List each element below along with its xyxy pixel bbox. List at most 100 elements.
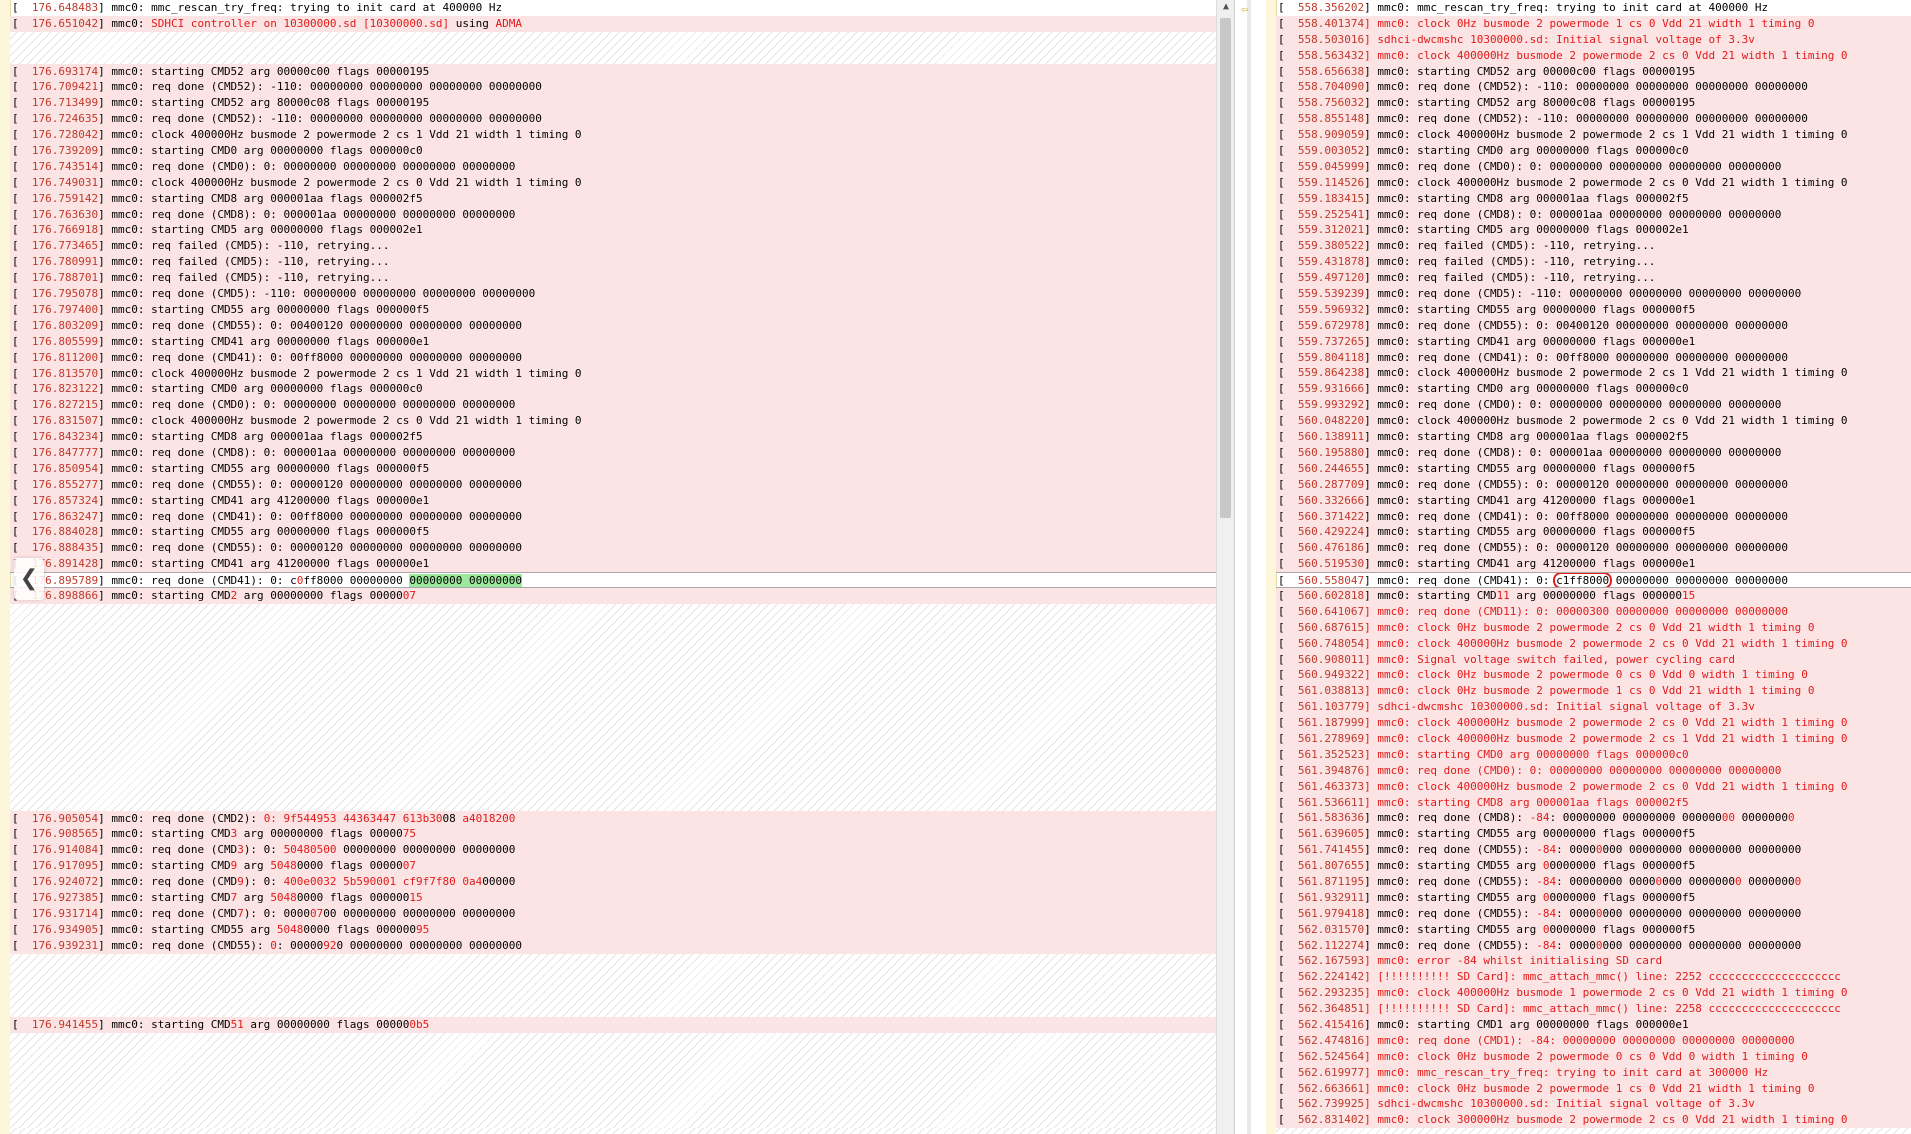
log-line[interactable]: [ 176.905054] mmc0: req done (CMD2): 0: …: [10, 810, 1216, 827]
log-line[interactable]: [ 176.693174] mmc0: starting CMD52 arg 0…: [10, 63, 1216, 80]
log-line[interactable]: [ 559.539239] mmc0: req done (CMD5): -11…: [1276, 286, 1911, 302]
log-line[interactable]: [ 176.803209] mmc0: req done (CMD55): 0:…: [10, 317, 1216, 334]
log-line[interactable]: [ 176.759142] mmc0: starting CMD8 arg 00…: [10, 190, 1216, 207]
log-line[interactable]: [ 560.048220] mmc0: clock 400000Hz busmo…: [1276, 413, 1911, 430]
log-line[interactable]: [ 560.558047] mmc0: req done (CMD41): 0:…: [1276, 572, 1911, 588]
log-line[interactable]: [ 560.602818] mmc0: starting CMD11 arg 0…: [1276, 587, 1911, 604]
log-line[interactable]: [ 559.596932] mmc0: starting CMD55 arg 0…: [1276, 301, 1911, 318]
log-line[interactable]: [ 561.463373] mmc0: clock 400000Hz busmo…: [1276, 778, 1911, 795]
log-line[interactable]: [ 176.908565] mmc0: starting CMD3 arg 00…: [10, 826, 1216, 843]
log-line[interactable]: [ 561.394876] mmc0: req done (CMD0): 0: …: [1276, 762, 1911, 779]
log-line[interactable]: [ 559.252541] mmc0: req done (CMD8): 0: …: [1276, 206, 1911, 223]
log-line[interactable]: [ 561.103779] sdhci-dwcmshc 10300000.sd:…: [1276, 699, 1911, 716]
log-line[interactable]: [ 559.737265] mmc0: starting CMD41 arg 0…: [1276, 333, 1911, 350]
log-line[interactable]: [ 562.364851] [!!!!!!!!!! SD Card]: mmc_…: [1276, 1001, 1911, 1017]
log-line[interactable]: [ 561.932911] mmc0: starting CMD55 arg 0…: [1276, 889, 1911, 906]
log-line[interactable]: [ 176.924072] mmc0: req done (CMD9): 0: …: [10, 874, 1216, 890]
log-line[interactable]: [ 559.183415] mmc0: starting CMD8 arg 00…: [1276, 190, 1911, 207]
log-line[interactable]: [ 562.167593] mmc0: error -84 whilst ini…: [1276, 953, 1911, 970]
log-line[interactable]: [ 176.857324] mmc0: starting CMD41 arg 4…: [10, 492, 1216, 509]
scroll-up-icon[interactable]: ▲: [1217, 1, 1235, 12]
log-line[interactable]: [ 558.563432] mmc0: clock 400000Hz busmo…: [1276, 47, 1911, 64]
log-line[interactable]: [ 561.639605] mmc0: starting CMD55 arg 0…: [1276, 826, 1911, 843]
log-line[interactable]: [ 560.429224] mmc0: starting CMD55 arg 0…: [1276, 524, 1911, 541]
log-line[interactable]: [ 561.352523] mmc0: starting CMD0 arg 00…: [1276, 746, 1911, 763]
log-line[interactable]: [ 560.908011] mmc0: Signal voltage switc…: [1276, 651, 1911, 668]
log-line[interactable]: [ 561.583636] mmc0: req done (CMD8): -84…: [1276, 810, 1911, 827]
log-line[interactable]: [ 562.619977] mmc0: mmc_rescan_try_freq:…: [1276, 1064, 1911, 1081]
log-line[interactable]: [ 562.112274] mmc0: req done (CMD55): -8…: [1276, 937, 1911, 954]
log-line[interactable]: [ 558.401374] mmc0: clock 0Hz busmode 2 …: [1276, 15, 1911, 32]
log-line[interactable]: [ 176.709421] mmc0: req done (CMD52): -1…: [10, 79, 1216, 96]
log-line[interactable]: [ 558.356202] mmc0: mmc_rescan_try_freq:…: [1276, 0, 1911, 16]
vertical-scrollbar[interactable]: ▲: [1216, 0, 1235, 1134]
pane-divider[interactable]: ⇦: [1234, 0, 1268, 1134]
log-line[interactable]: [ 176.780991] mmc0: req failed (CMD5): -…: [10, 254, 1216, 271]
log-line[interactable]: [ 559.045999] mmc0: req done (CMD0): 0: …: [1276, 158, 1911, 175]
log-line[interactable]: [ 176.813570] mmc0: clock 400000Hz busmo…: [10, 365, 1216, 382]
log-line[interactable]: [ 176.811200] mmc0: req done (CMD41): 0:…: [10, 349, 1216, 366]
left-log-pane[interactable]: [ 176.648483] mmc0: mmc_rescan_try_freq:…: [0, 0, 1216, 1134]
log-line[interactable]: [ 562.663661] mmc0: clock 0Hz busmode 2 …: [1276, 1080, 1911, 1097]
log-line[interactable]: [ 176.898866] mmc0: starting CMD2 arg 00…: [10, 587, 1216, 604]
log-line[interactable]: [ 559.380522] mmc0: req failed (CMD5): -…: [1276, 238, 1911, 255]
log-line[interactable]: [ 561.038813] mmc0: clock 0Hz busmode 2 …: [1276, 683, 1911, 700]
log-line[interactable]: [ 176.917095] mmc0: starting CMD9 arg 50…: [10, 858, 1216, 875]
log-line[interactable]: [ 176.823122] mmc0: starting CMD0 arg 00…: [10, 381, 1216, 398]
log-line[interactable]: [ 561.807655] mmc0: starting CMD55 arg 0…: [1276, 858, 1911, 874]
log-line[interactable]: [ 176.739209] mmc0: starting CMD0 arg 00…: [10, 143, 1216, 159]
log-line[interactable]: [ 561.187999] mmc0: clock 400000Hz busmo…: [1276, 715, 1911, 731]
log-line[interactable]: [ 176.931714] mmc0: req done (CMD7): 0: …: [10, 905, 1216, 922]
log-line[interactable]: [ 558.909059] mmc0: clock 400000Hz busmo…: [1276, 127, 1911, 144]
right-log-pane[interactable]: [ 558.356202] mmc0: mmc_rescan_try_freq:…: [1266, 0, 1911, 1134]
log-line[interactable]: [ 176.795078] mmc0: req done (CMD5): -11…: [10, 286, 1216, 302]
log-line[interactable]: [ 562.031570] mmc0: starting CMD55 arg 0…: [1276, 921, 1911, 938]
log-line[interactable]: [ 559.672978] mmc0: req done (CMD55): 0:…: [1276, 317, 1911, 334]
log-line[interactable]: [ 559.993292] mmc0: req done (CMD0): 0: …: [1276, 397, 1911, 414]
log-line[interactable]: [ 561.536611] mmc0: starting CMD8 arg 00…: [1276, 794, 1911, 811]
log-line[interactable]: [ 176.773465] mmc0: req failed (CMD5): -…: [10, 238, 1216, 255]
log-line[interactable]: [ 176.888435] mmc0: req done (CMD55): 0:…: [10, 540, 1216, 557]
log-line[interactable]: [ 176.855277] mmc0: req done (CMD55): 0:…: [10, 476, 1216, 493]
log-line[interactable]: [ 176.843234] mmc0: starting CMD8 arg 00…: [10, 429, 1216, 445]
log-line[interactable]: [ 176.939231] mmc0: req done (CMD55): 0:…: [10, 937, 1216, 954]
log-line[interactable]: [ 559.804118] mmc0: req done (CMD41): 0:…: [1276, 349, 1911, 366]
log-line[interactable]: [ 559.497120] mmc0: req failed (CMD5): -…: [1276, 270, 1911, 287]
log-line[interactable]: [ 176.651042] mmc0: SDHCI controller on …: [10, 15, 1216, 32]
log-line[interactable]: [ 176.850954] mmc0: starting CMD55 arg 0…: [10, 460, 1216, 477]
log-line[interactable]: [ 560.195880] mmc0: req done (CMD8): 0: …: [1276, 444, 1911, 461]
log-line[interactable]: [ 560.641067] mmc0: req done (CMD11): 0:…: [1276, 603, 1911, 620]
log-line[interactable]: [ 561.871195] mmc0: req done (CMD55): -8…: [1276, 873, 1911, 890]
log-line[interactable]: [ 176.941455] mmc0: starting CMD51 arg 0…: [10, 1017, 1216, 1034]
nav-back-icon[interactable]: ❮: [14, 558, 44, 600]
scrollbar-thumb[interactable]: [1220, 18, 1231, 518]
log-line[interactable]: [ 560.287709] mmc0: req done (CMD55): 0:…: [1276, 476, 1911, 493]
log-line[interactable]: [ 562.474816] mmc0: req done (CMD1): -84…: [1276, 1032, 1911, 1049]
log-line[interactable]: [ 176.763630] mmc0: req done (CMD8): 0: …: [10, 206, 1216, 223]
log-line[interactable]: [ 561.278969] mmc0: clock 400000Hz busmo…: [1276, 730, 1911, 747]
log-line[interactable]: [ 176.891428] mmc0: starting CMD41 arg 4…: [10, 556, 1216, 573]
log-line[interactable]: [ 560.476186] mmc0: req done (CMD55): 0:…: [1276, 540, 1911, 557]
log-line[interactable]: [ 560.138911] mmc0: starting CMD8 arg 00…: [1276, 429, 1911, 445]
log-line[interactable]: [ 176.914084] mmc0: req done (CMD3): 0: …: [10, 842, 1216, 859]
log-line[interactable]: [ 559.003052] mmc0: starting CMD0 arg 00…: [1276, 143, 1911, 159]
log-line[interactable]: [ 176.724635] mmc0: req done (CMD52): -1…: [10, 111, 1216, 128]
log-line[interactable]: [ 176.766918] mmc0: starting CMD5 arg 00…: [10, 222, 1216, 239]
log-line[interactable]: [ 559.931666] mmc0: starting CMD0 arg 00…: [1276, 381, 1911, 398]
log-line[interactable]: [ 176.743514] mmc0: req done (CMD0): 0: …: [10, 158, 1216, 175]
log-line[interactable]: [ 560.371422] mmc0: req done (CMD41): 0:…: [1276, 508, 1911, 525]
log-line[interactable]: [ 176.884028] mmc0: starting CMD55 arg 0…: [10, 524, 1216, 541]
log-line[interactable]: [ 561.979418] mmc0: req done (CMD55): -8…: [1276, 905, 1911, 922]
log-line[interactable]: [ 559.312021] mmc0: starting CMD5 arg 00…: [1276, 222, 1911, 239]
log-line[interactable]: [ 558.756032] mmc0: starting CMD52 arg 8…: [1276, 95, 1911, 112]
log-line[interactable]: [ 559.431878] mmc0: req failed (CMD5): -…: [1276, 254, 1911, 271]
log-line[interactable]: [ 176.788701] mmc0: req failed (CMD5): -…: [10, 270, 1216, 287]
log-line[interactable]: [ 560.949322] mmc0: clock 0Hz busmode 2 …: [1276, 667, 1911, 684]
log-line[interactable]: [ 562.739925] sdhci-dwcmshc 10300000.sd:…: [1276, 1096, 1911, 1113]
log-line[interactable]: [ 176.749031] mmc0: clock 400000Hz busmo…: [10, 174, 1216, 191]
log-line[interactable]: [ 176.934905] mmc0: starting CMD55 arg 5…: [10, 921, 1216, 938]
log-line[interactable]: [ 559.114526] mmc0: clock 400000Hz busmo…: [1276, 174, 1911, 191]
log-line[interactable]: [ 176.728042] mmc0: clock 400000Hz busmo…: [10, 127, 1216, 144]
log-line[interactable]: [ 176.895789] mmc0: req done (CMD41): 0:…: [10, 572, 1216, 588]
log-line[interactable]: [ 558.503016] sdhci-dwcmshc 10300000.sd:…: [1276, 31, 1911, 48]
